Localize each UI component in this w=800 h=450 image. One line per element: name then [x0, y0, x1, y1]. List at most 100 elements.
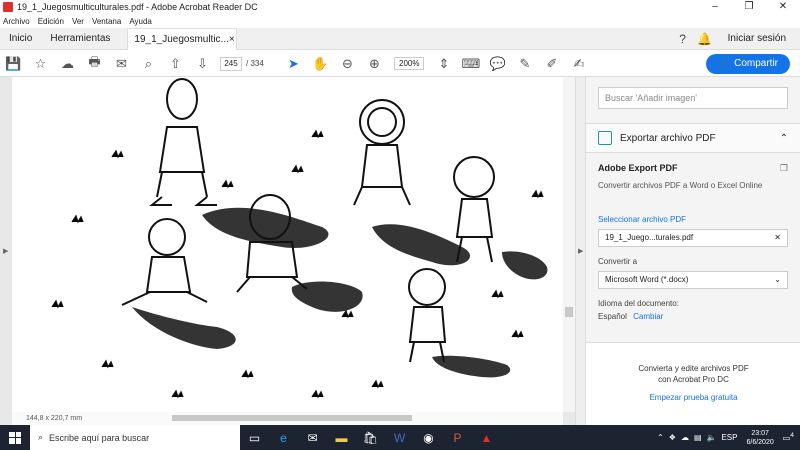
clock[interactable]: 23:07 6/6/2020: [746, 429, 773, 447]
windows-taskbar: ⌕ Escribe aquí para buscar ▭ e ✉ ▬ 🛍 W ◉…: [0, 425, 800, 450]
zoom-out-icon[interactable]: ⊖: [334, 56, 361, 72]
notification-center-icon[interactable]: ▭4: [783, 432, 794, 443]
share-button[interactable]: 👤 Compartir: [705, 53, 790, 74]
system-tray: ⌃ ❖ ☁ ▤ 🔈 ESP 23:07 6/6/2020 ▭4: [657, 429, 800, 447]
convert-to-value: Microsoft Word (*.docx): [605, 275, 689, 284]
collapse-panel-icon[interactable]: ▶: [578, 247, 583, 255]
page-up-icon[interactable]: ⇧: [162, 56, 189, 72]
zoom-in-icon[interactable]: ⊕: [361, 56, 388, 72]
change-language-link[interactable]: Cambiar: [633, 312, 663, 321]
promo-text-1: Convierta y edite archivos PDF: [638, 364, 749, 373]
right-panel-toggle[interactable]: ▶: [575, 77, 585, 425]
task-view-icon[interactable]: ▭: [240, 425, 269, 450]
clock-time: 23:07: [751, 429, 769, 437]
notification-bell-icon[interactable]: 🔔: [694, 32, 716, 46]
selected-file-name: 19_1_Juego...turales.pdf: [605, 233, 694, 242]
vertical-scrollbar[interactable]: [563, 77, 575, 412]
select-cursor-icon[interactable]: ➤: [280, 56, 307, 72]
tab-document[interactable]: 19_1_Juegosmultic... ×: [127, 27, 238, 50]
menu-archivo[interactable]: Archivo: [3, 17, 30, 26]
left-navigation-strip[interactable]: ▶: [0, 77, 12, 425]
search-zoom-icon[interactable]: ⌕: [135, 56, 162, 72]
help-icon[interactable]: ?: [672, 32, 694, 46]
word-icon[interactable]: W: [385, 425, 414, 450]
close-window-button[interactable]: ✕: [766, 0, 800, 14]
hand-tool-icon[interactable]: ✋: [307, 56, 334, 72]
selected-file-field[interactable]: 19_1_Juego...turales.pdf ✕: [598, 229, 788, 247]
clear-file-icon[interactable]: ✕: [774, 233, 781, 243]
maximize-button[interactable]: ❐: [732, 0, 766, 14]
copy-icon[interactable]: ❐: [780, 163, 788, 174]
bookmark-star-icon[interactable]: ☆: [27, 56, 54, 72]
status-bar: 144,8 x 220,7 mm: [12, 412, 563, 425]
start-button[interactable]: [0, 425, 30, 450]
volume-icon[interactable]: 🔈: [707, 433, 717, 442]
chrome-icon[interactable]: ◉: [414, 425, 443, 450]
comment-icon[interactable]: 💬: [484, 56, 511, 72]
acrobat-app-icon: [3, 2, 13, 12]
export-title: Exportar archivo PDF: [620, 132, 716, 144]
powerpoint-icon[interactable]: P: [443, 425, 472, 450]
minimize-button[interactable]: –: [698, 0, 732, 14]
store-icon[interactable]: 🛍: [356, 425, 385, 450]
tab-home[interactable]: Inicio: [0, 28, 41, 50]
zoom-level-select[interactable]: 200%: [394, 57, 425, 70]
free-trial-link[interactable]: Empezar prueba gratuita: [586, 393, 800, 402]
horizontal-scroll-thumb[interactable]: [172, 415, 412, 421]
export-description: Convertir archivos PDF a Word o Excel On…: [598, 181, 763, 190]
convert-to-select[interactable]: Microsoft Word (*.docx) ⌄: [598, 271, 788, 289]
mail-icon[interactable]: ✉: [298, 425, 327, 450]
menu-edicion[interactable]: Edición: [38, 17, 64, 26]
menu-ayuda[interactable]: Ayuda: [129, 17, 152, 26]
acrobat-pro-promo: Convierta y edite archivos PDF con Acrob…: [586, 342, 800, 425]
upload-cloud-icon[interactable]: ☁: [54, 56, 81, 72]
acrobat-taskbar-icon[interactable]: ▲: [472, 425, 501, 450]
language-row: Español Cambiar: [598, 312, 788, 321]
email-icon[interactable]: ✉: [108, 56, 135, 72]
edge-browser-icon[interactable]: e: [269, 425, 298, 450]
expand-left-icon[interactable]: ▶: [3, 247, 8, 255]
sign-icon[interactable]: ✍: [565, 56, 592, 72]
tab-tools[interactable]: Herramientas: [41, 28, 119, 50]
share-person-icon: 👤: [717, 58, 731, 69]
export-pdf-header[interactable]: Exportar archivo PDF ⌃: [586, 123, 800, 153]
document-area: ▶ ▶ 144,8 x 220,7 mm: [0, 77, 585, 425]
tab-close-icon[interactable]: ×: [229, 29, 235, 50]
select-pdf-link[interactable]: Seleccionar archivo PDF: [598, 215, 788, 224]
pdf-page[interactable]: [12, 77, 563, 412]
signin-button[interactable]: Iniciar sesión: [716, 33, 800, 44]
dropbox-icon[interactable]: ❖: [669, 433, 676, 442]
menu-bar: Archivo Edición Ver Ventana Ayuda: [0, 14, 800, 28]
export-pdf-icon: [598, 131, 612, 145]
vertical-scroll-thumb[interactable]: [565, 307, 573, 317]
export-pdf-body: Adobe Export PDF ❐ Convertir archivos PDF…: [586, 153, 800, 321]
taskbar-search-placeholder: Escribe aquí para buscar: [49, 432, 150, 443]
network-icon[interactable]: ▤: [694, 433, 702, 442]
print-icon[interactable]: 🖶: [81, 53, 108, 75]
page-total: / 334: [246, 59, 280, 68]
input-language[interactable]: ESP: [721, 433, 737, 442]
file-explorer-icon[interactable]: ▬: [327, 425, 356, 450]
chevron-up-icon[interactable]: ⌃: [780, 133, 788, 144]
save-icon[interactable]: 💾: [0, 56, 27, 72]
keyboard-icon[interactable]: ⌨: [457, 56, 484, 72]
chevron-down-icon: ⌄: [774, 275, 781, 284]
tools-panel: Buscar 'Añadir imagen' Exportar archivo …: [585, 77, 800, 425]
tray-chevron-icon[interactable]: ⌃: [657, 433, 664, 442]
page-down-icon[interactable]: ⇩: [189, 56, 216, 72]
page-number-input[interactable]: 245: [220, 56, 242, 71]
promo-text-2: con Acrobat Pro DC: [658, 375, 729, 384]
clock-date: 6/6/2020: [746, 438, 774, 446]
onedrive-icon[interactable]: ☁: [681, 433, 689, 442]
windows-logo-icon: [9, 431, 21, 444]
taskbar-search[interactable]: ⌕ Escribe aquí para buscar: [30, 425, 240, 450]
cartoon-children-illustration: [51, 78, 548, 399]
page-separator: /: [246, 59, 249, 68]
fit-page-icon[interactable]: ⇕: [430, 56, 457, 72]
panel-search-input[interactable]: Buscar 'Añadir imagen': [598, 87, 788, 109]
draw-icon[interactable]: ✐: [538, 56, 565, 72]
menu-ventana[interactable]: Ventana: [92, 17, 121, 26]
menu-ver[interactable]: Ver: [72, 17, 84, 26]
window-title: 19_1_Juegosmulticulturales.pdf - Adobe A…: [17, 2, 258, 12]
highlight-pen-icon[interactable]: ✎: [511, 56, 538, 72]
